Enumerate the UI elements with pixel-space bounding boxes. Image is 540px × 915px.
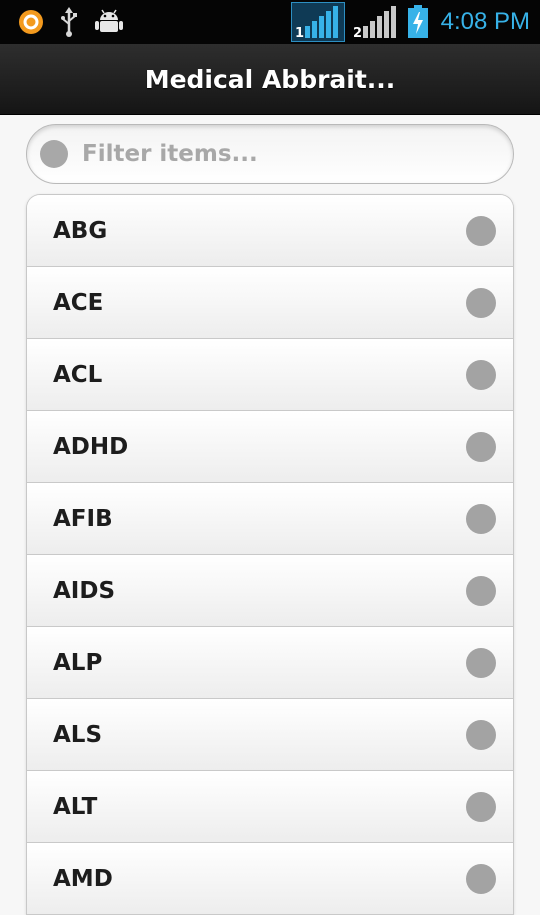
list-item-label: ABG: [53, 218, 108, 244]
chevron-right-icon: [466, 792, 496, 822]
android-debug-icon[interactable]: [94, 8, 124, 36]
list-item-label: ALS: [53, 722, 103, 748]
list-item-label: ACE: [53, 290, 104, 316]
chevron-right-icon: [466, 432, 496, 462]
chevron-right-icon: [466, 648, 496, 678]
list-item-label: AFIB: [53, 506, 113, 532]
list-item[interactable]: ALS: [27, 699, 513, 771]
usb-icon[interactable]: [60, 7, 78, 37]
list-item-label: ACL: [53, 362, 103, 388]
list-item-label: ALP: [53, 650, 103, 676]
list-item-label: AIDS: [53, 578, 116, 604]
list-item[interactable]: ADHD: [27, 411, 513, 483]
list-item[interactable]: AFIB: [27, 483, 513, 555]
list-item-label: AMD: [53, 866, 113, 892]
action-bar: Medical Abbrait...: [0, 44, 540, 115]
list-item[interactable]: ALP: [27, 627, 513, 699]
page-title: Medical Abbrait...: [144, 64, 396, 94]
chevron-right-icon: [466, 288, 496, 318]
list-item-label: ADHD: [53, 434, 129, 460]
filter-search-box[interactable]: [26, 124, 514, 184]
app-notification-icon[interactable]: [18, 9, 44, 35]
clock: 4:08 PM: [440, 8, 530, 35]
chevron-right-icon: [466, 504, 496, 534]
sim1-label: 1: [295, 26, 304, 41]
chevron-right-icon: [466, 864, 496, 894]
list-item[interactable]: ACE: [27, 267, 513, 339]
list-item[interactable]: ABG: [27, 195, 513, 267]
list-item[interactable]: AMD: [27, 843, 513, 915]
list-item-label: ALT: [53, 794, 98, 820]
chevron-right-icon: [466, 216, 496, 246]
list-item[interactable]: ACL: [27, 339, 513, 411]
battery-charging-icon[interactable]: [407, 5, 429, 39]
search-icon: [40, 140, 68, 168]
abbreviation-list: ABG ACE ACL ADHD AFIB AIDS ALP ALS ALT A…: [26, 194, 514, 915]
chevron-right-icon: [466, 576, 496, 606]
sim2-label: 2: [353, 26, 362, 41]
sim1-signal-icon[interactable]: 1: [290, 2, 345, 42]
sim2-signal-icon[interactable]: 2: [353, 2, 399, 42]
filter-input[interactable]: [80, 140, 484, 168]
list-item[interactable]: ALT: [27, 771, 513, 843]
chevron-right-icon: [466, 360, 496, 390]
list-item[interactable]: AIDS: [27, 555, 513, 627]
chevron-right-icon: [466, 720, 496, 750]
status-bar: 1 2 4:08 PM: [0, 0, 540, 44]
